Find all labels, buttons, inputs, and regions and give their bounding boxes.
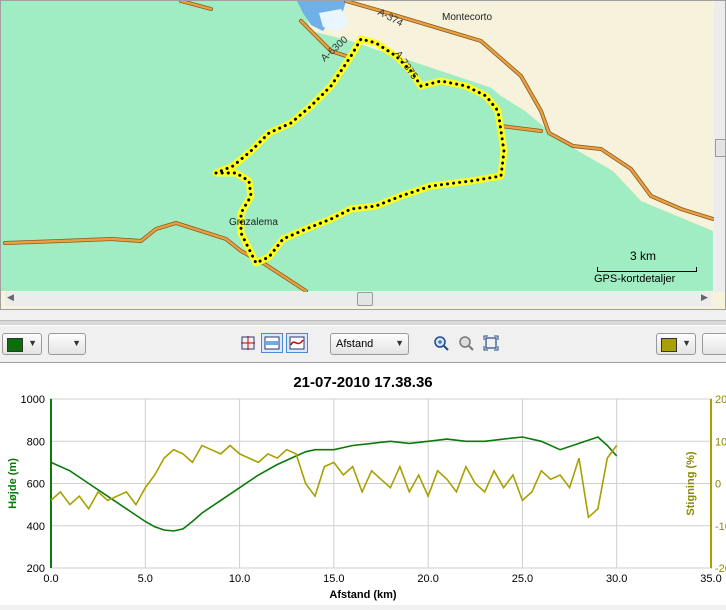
scroll-left-icon[interactable]: ◀ bbox=[7, 292, 14, 303]
chart-toolbar: ▼ ▼ Afstand ▼ ▼ bbox=[0, 328, 726, 358]
x-tick-label: 10.0 bbox=[229, 573, 250, 585]
splitter[interactable] bbox=[0, 320, 726, 326]
fill-button[interactable] bbox=[261, 333, 283, 353]
y-right-tick-label: 0 bbox=[715, 479, 721, 491]
y-right-tick-label: -20 bbox=[715, 563, 726, 575]
x-axis-select[interactable]: Afstand ▼ bbox=[330, 333, 409, 355]
map-scale: 3 km GPS-kortdetaljer bbox=[594, 245, 698, 287]
place-label-grazalema: Grazalema bbox=[229, 217, 278, 228]
chevron-down-icon: ▼ bbox=[682, 338, 691, 348]
right-color-swatch bbox=[661, 338, 677, 352]
x-tick-label: 15.0 bbox=[323, 573, 344, 585]
chart-svg: 21-07-2010 17.38.36 0.0 5.0 10.0 15.0 20.0 25.… bbox=[7, 374, 726, 601]
crosshair-icon bbox=[241, 336, 255, 350]
x-tick-label: 5.0 bbox=[138, 573, 153, 585]
fill-icon bbox=[264, 336, 280, 350]
horizontal-scroll-thumb[interactable] bbox=[357, 292, 373, 306]
y-left-tick-label: 400 bbox=[27, 521, 45, 533]
curve-icon bbox=[289, 336, 305, 350]
line-style-button[interactable]: ▼ bbox=[48, 333, 86, 355]
zoom-fit-button[interactable] bbox=[480, 333, 502, 353]
map-credit: GPS-kortdetaljer bbox=[594, 273, 676, 285]
x-tick-label: 25.0 bbox=[512, 573, 533, 585]
chevron-down-icon: ▼ bbox=[395, 338, 404, 348]
crosshair-button[interactable] bbox=[237, 333, 259, 353]
x-tick-label: 30.0 bbox=[606, 573, 627, 585]
elevation-chart: 21-07-2010 17.38.36 0.0 5.0 10.0 15.0 20.0 25.… bbox=[0, 362, 726, 605]
y-left-tick-label: 600 bbox=[27, 479, 45, 491]
zoom-out-button[interactable] bbox=[455, 333, 477, 353]
chevron-down-icon: ▼ bbox=[72, 338, 81, 348]
scale-label: 3 km bbox=[630, 249, 657, 263]
vertical-scrollbar[interactable] bbox=[714, 1, 725, 292]
chevron-down-icon: ▼ bbox=[28, 338, 37, 348]
curve-button[interactable] bbox=[286, 333, 308, 353]
y-right-tick-label: 20 bbox=[715, 394, 726, 406]
right-color-button[interactable]: ▼ bbox=[656, 333, 696, 355]
horizontal-scrollbar[interactable]: ◀ ▶ bbox=[5, 292, 711, 306]
y-left-axis-label: Højde (m) bbox=[7, 458, 19, 509]
x-axis-select-value: Afstand bbox=[336, 338, 374, 350]
place-label-montecorto: Montecorto bbox=[442, 12, 493, 23]
scale-bar bbox=[597, 267, 697, 272]
y-right-axis-label: Stigning (%) bbox=[685, 451, 697, 515]
zoom-out-icon bbox=[459, 336, 474, 351]
scroll-right-icon[interactable]: ▶ bbox=[701, 292, 708, 303]
zoom-fit-icon bbox=[483, 335, 499, 351]
right-style-button[interactable] bbox=[702, 333, 726, 355]
map-view[interactable]: Montecorto Grazalema A-374 A-6300 A-7375… bbox=[0, 0, 726, 310]
x-axis-label: Afstand (km) bbox=[329, 589, 397, 601]
y-left-tick-label: 1000 bbox=[21, 394, 45, 406]
zoom-in-button[interactable] bbox=[430, 333, 452, 353]
vertical-scroll-thumb[interactable] bbox=[715, 139, 725, 157]
x-tick-label: 0.0 bbox=[43, 573, 58, 585]
y-left-tick-label: 200 bbox=[27, 563, 45, 575]
chart-title: 21-07-2010 17.38.36 bbox=[293, 374, 432, 391]
y-left-tick-label: 800 bbox=[27, 436, 45, 448]
y-right-tick-label: -10 bbox=[715, 521, 726, 533]
zoom-in-icon bbox=[434, 336, 449, 351]
y-right-tick-label: 10 bbox=[715, 436, 726, 448]
left-color-swatch bbox=[7, 338, 23, 352]
x-tick-label: 20.0 bbox=[417, 573, 438, 585]
left-color-button[interactable]: ▼ bbox=[2, 333, 42, 355]
